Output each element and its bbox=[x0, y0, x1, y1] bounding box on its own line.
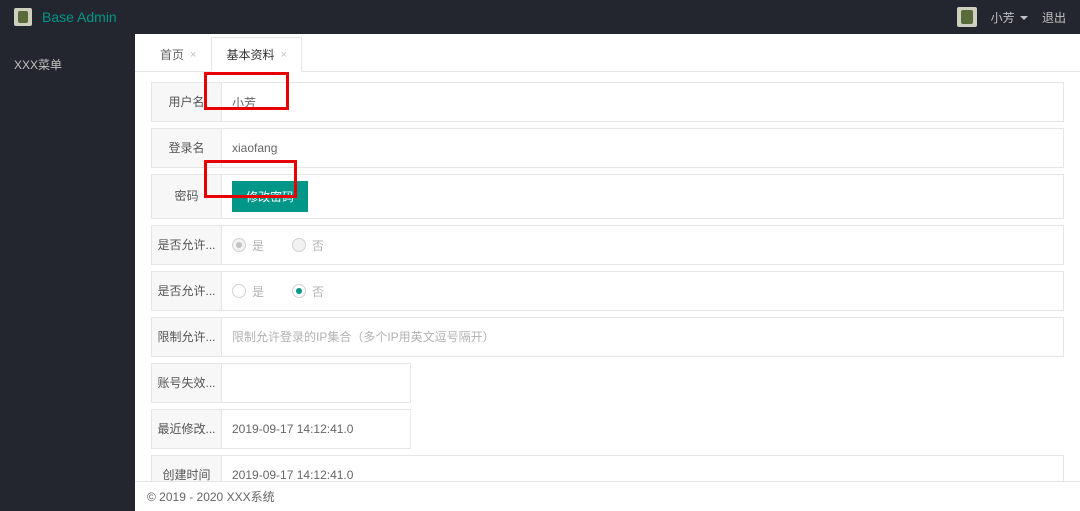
radio-allow1-yes: 是 bbox=[232, 237, 264, 254]
ip-input[interactable] bbox=[232, 330, 1053, 344]
radio-allow2-no[interactable]: 否 bbox=[292, 283, 324, 300]
label-loginname: 登录名 bbox=[152, 129, 222, 167]
tab-home[interactable]: 首页 × bbox=[145, 37, 211, 71]
footer: © 2019 - 2020 XXX系统 bbox=[135, 481, 1080, 511]
create-value: 2019-09-17 14:12:41.0 bbox=[232, 468, 353, 481]
sidebar-item[interactable]: XXX菜单 bbox=[0, 52, 135, 77]
label-create: 创建时间 bbox=[152, 456, 222, 481]
label-expire: 账号失效... bbox=[152, 364, 222, 402]
logo-icon bbox=[14, 8, 32, 26]
radio-allow2-yes[interactable]: 是 bbox=[232, 283, 264, 300]
label-ip: 限制允许... bbox=[152, 318, 222, 356]
user-area: 小芳 退出 bbox=[957, 7, 1066, 27]
label-password: 密码 bbox=[152, 175, 222, 218]
close-icon[interactable]: × bbox=[280, 49, 286, 61]
avatar-icon bbox=[957, 7, 977, 27]
brand: Base Admin bbox=[14, 8, 117, 26]
app-shell: XXX菜单 首页 × 基本资料 × 用户名 登录名 bbox=[0, 34, 1080, 511]
chevron-down-icon bbox=[1020, 16, 1028, 20]
sidebar: XXX菜单 bbox=[0, 34, 135, 511]
row-expire: 账号失效... bbox=[151, 363, 411, 403]
radio-allow1-no: 否 bbox=[292, 237, 324, 254]
brand-name: Base Admin bbox=[42, 9, 117, 25]
label-modify: 最近修改... bbox=[152, 410, 222, 448]
tab-label: 首页 bbox=[160, 46, 184, 63]
username-label: 小芳 bbox=[991, 11, 1015, 25]
logout-link[interactable]: 退出 bbox=[1042, 9, 1066, 26]
expire-input[interactable] bbox=[232, 376, 400, 390]
footer-text: © 2019 - 2020 XXX系统 bbox=[147, 490, 275, 504]
label-username: 用户名 bbox=[152, 83, 222, 121]
username-input[interactable] bbox=[232, 95, 1053, 109]
tab-profile[interactable]: 基本资料 × bbox=[211, 37, 301, 72]
change-password-button[interactable]: 修改密码 bbox=[232, 181, 308, 212]
row-allow1: 是否允许... 是 否 bbox=[151, 225, 1064, 265]
main-area: 首页 × 基本资料 × 用户名 登录名 xiaofang bbox=[135, 34, 1080, 511]
loginname-value: xiaofang bbox=[232, 141, 277, 155]
row-password: 密码 修改密码 bbox=[151, 174, 1064, 219]
user-menu[interactable]: 小芳 bbox=[991, 9, 1028, 26]
app-header: Base Admin 小芳 退出 bbox=[0, 0, 1080, 34]
form-body: 用户名 登录名 xiaofang 密码 修改密码 是否允许... bbox=[135, 72, 1080, 481]
tab-bar: 首页 × 基本资料 × bbox=[135, 34, 1080, 72]
tab-label: 基本资料 bbox=[226, 46, 274, 63]
label-allow2: 是否允许... bbox=[152, 272, 222, 310]
row-allow2: 是否允许... 是 否 bbox=[151, 271, 1064, 311]
row-modify: 最近修改... 2019-09-17 14:12:41.0 bbox=[151, 409, 411, 449]
row-create: 创建时间 2019-09-17 14:12:41.0 bbox=[151, 455, 1064, 481]
label-allow1: 是否允许... bbox=[152, 226, 222, 264]
close-icon[interactable]: × bbox=[190, 49, 196, 61]
row-ip: 限制允许... bbox=[151, 317, 1064, 357]
row-username: 用户名 bbox=[151, 82, 1064, 122]
row-loginname: 登录名 xiaofang bbox=[151, 128, 1064, 168]
modify-value: 2019-09-17 14:12:41.0 bbox=[232, 422, 353, 436]
